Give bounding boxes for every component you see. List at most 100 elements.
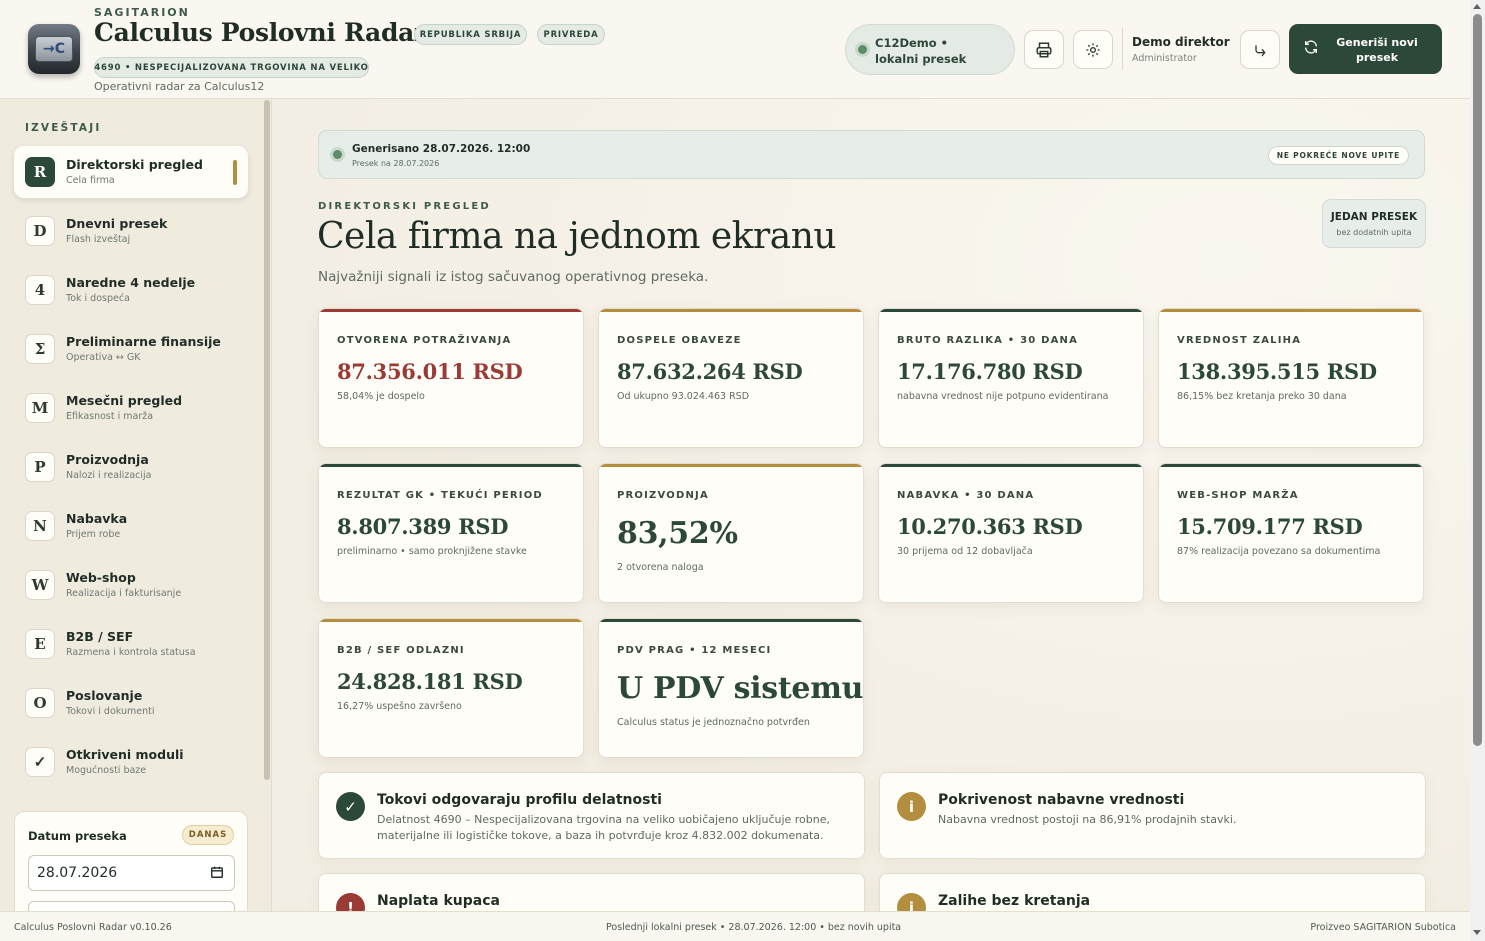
signal-title: Zalihe bez kretanja [938,893,1091,909]
sidebar-item-sublabel: Cela firma [66,175,115,186]
info-icon: i [897,792,926,821]
sidebar-scrollbar[interactable] [264,100,270,780]
scrollbar-thumb[interactable] [1473,14,1482,746]
kpi-label: PDV PRAG • 12 MESECI [617,645,772,656]
generate-snapshot-button[interactable]: Generiši novi presek [1289,24,1442,74]
sidebar-item-naredne-4-nedelje[interactable]: 4 Naredne 4 nedelje Tok i dospeća [14,264,248,316]
kpi-value: 87.632.264 RSD [617,359,803,384]
signal-card[interactable]: ✓ Tokovi odgovaraju profilu delatnosti Del… [318,772,865,859]
signal-card[interactable]: i Zalihe bez kretanja [879,873,1426,911]
kpi-card[interactable]: DOSPELE OBAVEZE 87.632.264 RSD Od ukupno 9… [598,308,864,448]
sidebar-item-poslovanje[interactable]: O Poslovanje Tokovi i dokumenti [14,677,248,729]
connection-status[interactable]: C12Demo • lokalni presek [845,24,1015,75]
sidebar-item-label: Mesečni pregled [66,393,183,408]
single-snapshot-sub: bez dodatnih upita [1336,228,1412,237]
calendar-icon[interactable] [210,865,224,879]
secondary-date-input[interactable] [28,901,235,911]
kpi-label: WEB-SHOP MARŽA [1177,490,1299,501]
refresh-icon [1305,40,1317,54]
nav-badge: N [25,511,55,541]
nav-badge: ✓ [25,747,55,777]
printer-icon [1036,42,1052,57]
sidebar-item-sublabel: Nalozi i realizacija [66,470,152,481]
kpi-note: 87% realizacija povezano sa dokumentima [1177,546,1381,557]
nav-badge: 4 [25,275,55,305]
sidebar-item-label: Otkriveni moduli [66,747,184,762]
kpi-accent-bar [319,464,583,467]
kpi-card[interactable]: PROIZVODNJA 83,52% 2 otvorena naloga [598,463,864,603]
gear-icon [1086,42,1100,57]
sidebar-item-label: Preliminarne finansije [66,334,221,349]
sidebar-item-nabavka[interactable]: N Nabavka Prijem robe [14,500,248,552]
single-snapshot-label: JEDAN PRESEK [1330,211,1418,223]
kpi-note: 86,15% bez kretanja preko 30 dana [1177,391,1347,402]
signal-title: Naplata kupaca [377,893,500,909]
logout-button[interactable] [1240,30,1280,69]
kpi-value: 17.176.780 RSD [897,359,1083,384]
nav-badge: E [25,629,55,659]
page-scrollbar[interactable] [1470,0,1485,941]
kpi-card[interactable]: B2B / SEF ODLAZNI 24.828.181 RSD 16,27% us… [318,618,584,758]
print-button[interactable] [1024,30,1064,69]
sidebar-item-mesecni-pregled[interactable]: M Mesečni pregled Efikasnost i marža [14,382,248,434]
sidebar-item-otkriveni-moduli[interactable]: ✓ Otkriveni moduli Mogućnosti baze [14,736,248,788]
kpi-value: 24.828.181 RSD [337,669,523,694]
sidebar-item-sublabel: Mogućnosti baze [66,765,147,776]
sidebar-item-direktorski-pregled[interactable]: R Direktorski pregled Cela firma [14,146,248,198]
section-kicker: DIREKTORSKI PREGLED [318,201,491,212]
info-icon: i [897,893,926,911]
kpi-value: U PDV sistemu [617,671,864,706]
nav-badge: M [25,393,55,423]
kpi-label: B2B / SEF ODLAZNI [337,645,465,656]
kpi-note: 16,27% uspešno završeno [337,701,462,712]
app-version: Calculus Poslovni Radar v0.10.26 [14,922,172,933]
kpi-accent-bar [319,309,583,312]
nav-badge: R [25,157,55,187]
sidebar-item-sublabel: Prijem robe [66,529,121,540]
kpi-card[interactable]: OTVORENA POTRAŽIVANJA 87.356.011 RSD 58,04… [318,308,584,448]
kpi-value: 10.270.363 RSD [897,514,1083,539]
user-name: Demo direktor [1132,35,1230,49]
sidebar-item-sublabel: Tokovi i dokumenti [66,706,155,717]
sidebar-heading: IZVEŠTAJI [25,122,102,134]
signal-card[interactable]: i Pokrivenost nabavne vrednosti Nabavna vr… [879,772,1426,859]
kpi-card[interactable]: NABAVKA • 30 DANA 10.270.363 RSD 30 prijem… [878,463,1144,603]
kpi-value: 87.356.011 RSD [337,359,523,384]
page-subtitle: Najvažniji signali iz istog sačuvanog op… [318,269,709,285]
kpi-note: Calculus status je jednoznačno potvrđen [617,717,810,728]
kpi-card[interactable]: PDV PRAG • 12 MESECI U PDV sistemu Calculu… [598,618,864,758]
nav-badge: P [25,452,55,482]
no-queries-badge: NE POKREĆE NOVE UPITE [1267,146,1409,165]
activity-tag: 4690 • NESPECIJALIZOVANA TRGOVINA NA VEL… [94,57,369,78]
signal-card[interactable]: ! Naplata kupaca [318,873,865,911]
kpi-accent-bar [1159,309,1423,312]
sidebar-item-sublabel: Realizacija i fakturisanje [66,588,182,599]
kpi-note: nabavna vrednost nije potpuno evidentira… [897,391,1109,402]
kpi-card[interactable]: BRUTO RAZLIKA • 30 DANA 17.176.780 RSD nab… [878,308,1144,448]
sidebar-item-preliminarne-finansije[interactable]: Σ Preliminarne finansije Operativa ↔ GK [14,323,248,375]
last-snapshot-info: Poslednji lokalni presek • 28.07.2026. 1… [606,922,902,933]
today-button[interactable]: DANAS [182,825,234,845]
nav-badge: W [25,570,55,600]
nav-badge: Σ [25,334,55,364]
scroll-up-arrow-icon[interactable] [1473,4,1481,9]
sidebar-item-proizvodnja[interactable]: P Proizvodnja Nalozi i realizacija [14,441,248,493]
kpi-card[interactable]: REZULTAT GK • TEKUĆI PERIOD 8.807.389 RSD… [318,463,584,603]
kpi-note: 58,04% je dospelo [337,391,425,402]
settings-button[interactable] [1073,30,1113,69]
sidebar-item-dnevni-presek[interactable]: D Dnevni presek Flash izveštaj [14,205,248,257]
kpi-card[interactable]: WEB-SHOP MARŽA 15.709.177 RSD 87% realizac… [1158,463,1424,603]
kpi-note: Od ukupno 93.024.463 RSD [617,391,750,402]
sidebar-item-b2b-sef[interactable]: E B2B / SEF Razmena i kontrola statusa [14,618,248,670]
status-dot-icon [333,150,342,159]
page-title: Cela firma na jednom ekranu [317,216,837,257]
scroll-down-arrow-icon[interactable] [1473,930,1481,935]
kpi-note: preliminarno • samo proknjižene stavke [337,546,527,557]
nav-badge: O [25,688,55,718]
sidebar-item-web-shop[interactable]: W Web-shop Realizacija i fakturisanje [14,559,248,611]
active-indicator [233,160,237,185]
kpi-card[interactable]: VREDNOST ZALIHA 138.395.515 RSD 86,15% bez… [1158,308,1424,448]
kpi-label: NABAVKA • 30 DANA [897,490,1035,501]
snapshot-date-input[interactable]: 28.07.2026 [28,855,235,891]
kpi-accent-bar [1159,464,1423,467]
